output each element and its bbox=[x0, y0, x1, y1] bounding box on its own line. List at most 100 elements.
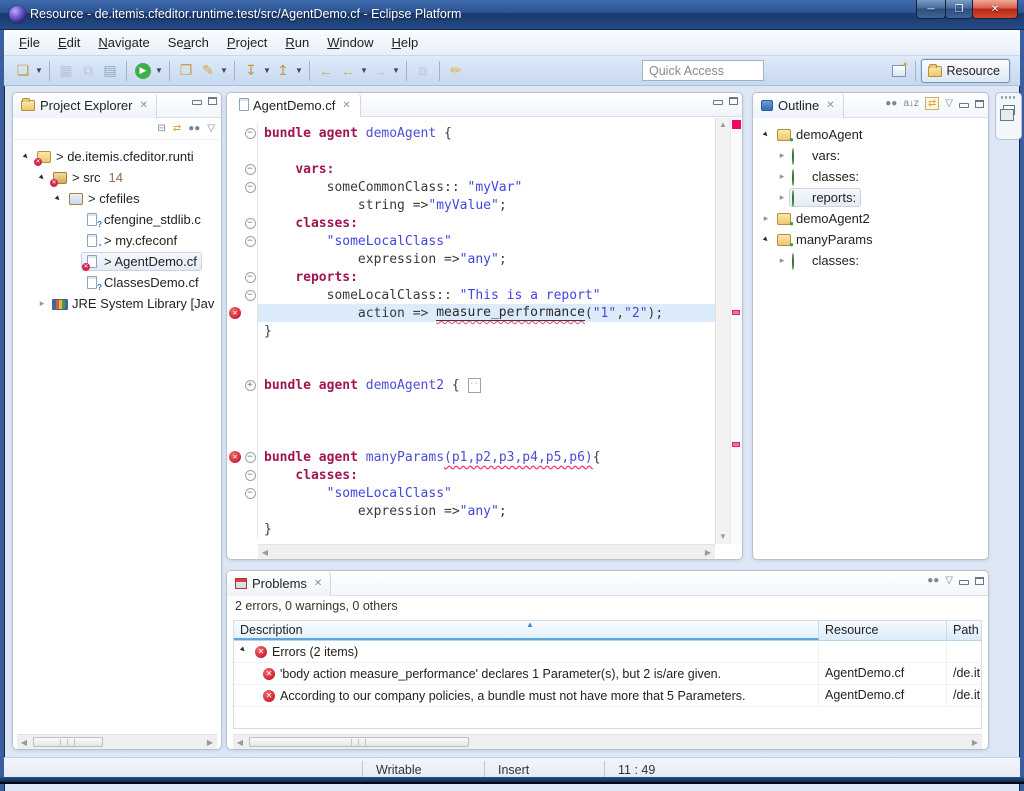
collapse-fold-icon[interactable]: − bbox=[245, 128, 256, 139]
collapse-fold-icon[interactable]: − bbox=[245, 218, 256, 229]
menu-search[interactable]: Search bbox=[159, 31, 218, 54]
explorer-item-cfengine-stdlib-c[interactable]: ?cfengine_stdlib.c bbox=[15, 209, 221, 230]
error-marker[interactable] bbox=[732, 442, 740, 447]
horizontal-scrollbar[interactable]: ◀ ▶ bbox=[258, 544, 715, 559]
expand-fold-icon[interactable]: + bbox=[245, 380, 256, 391]
outline-item-vars[interactable]: ▸vars: bbox=[755, 145, 988, 166]
code-line-17[interactable] bbox=[227, 412, 715, 430]
scroll-down-icon[interactable]: ▼ bbox=[716, 530, 730, 544]
expand-icon[interactable]: ▸ bbox=[775, 171, 789, 182]
last-edit-location-icon[interactable]: ← bbox=[315, 60, 337, 82]
open-perspective-button[interactable] bbox=[888, 60, 910, 82]
scrollbar-thumb[interactable]: ❘❘❘ bbox=[249, 737, 469, 747]
link-with-editor-icon[interactable]: ⇄ bbox=[925, 97, 939, 110]
drag-handle[interactable] bbox=[1001, 96, 1017, 99]
expand-icon[interactable]: ▸ bbox=[759, 213, 773, 224]
expand-icon[interactable]: ▸ bbox=[35, 298, 49, 309]
maximize-button[interactable]: ❐ bbox=[945, 0, 973, 19]
folded-region-icon[interactable]: .. bbox=[468, 378, 481, 393]
focus-icon[interactable]: ●● bbox=[927, 575, 939, 586]
collapse-all-icon[interactable]: ⊟ bbox=[157, 123, 165, 134]
menu-navigate[interactable]: Navigate bbox=[89, 31, 158, 54]
focus-icon[interactable]: ●● bbox=[188, 123, 200, 134]
minimize-view-icon[interactable] bbox=[959, 103, 969, 108]
code-line-15[interactable]: +bundle agent demoAgent2 { .. bbox=[227, 376, 715, 394]
outline-item-demoagent2[interactable]: ▸●demoAgent2 bbox=[755, 208, 988, 229]
minimize-view-icon[interactable] bbox=[192, 100, 202, 105]
menu-file[interactable]: File bbox=[10, 31, 49, 54]
column-header-description[interactable]: Description ▲ bbox=[234, 621, 819, 640]
code-line-22[interactable]: expression =>"any"; bbox=[227, 502, 715, 520]
horizontal-scrollbar[interactable]: ◀ ❘❘❘ ▶ bbox=[17, 734, 217, 749]
scroll-left-icon[interactable]: ◀ bbox=[258, 545, 272, 559]
scroll-up-icon[interactable]: ▲ bbox=[716, 118, 730, 132]
collapse-fold-icon[interactable]: − bbox=[245, 488, 256, 499]
vertical-scrollbar[interactable]: ▲ ▼ bbox=[715, 118, 730, 544]
forward-icon[interactable]: → bbox=[369, 60, 391, 82]
error-marker-icon[interactable]: ✕ bbox=[229, 307, 241, 319]
collapse-fold-icon[interactable]: − bbox=[245, 290, 256, 301]
next-annotation-icon[interactable]: ↧ bbox=[240, 60, 262, 82]
collapse-fold-icon[interactable]: − bbox=[245, 236, 256, 247]
view-menu-icon[interactable]: ▽ bbox=[207, 123, 215, 134]
horizontal-scrollbar[interactable]: ◀ ❘❘❘ ▶ bbox=[233, 734, 982, 749]
scroll-left-icon[interactable]: ◀ bbox=[17, 735, 31, 749]
expand-icon[interactable]: ▸ bbox=[775, 150, 789, 161]
code-line-13[interactable] bbox=[227, 340, 715, 358]
scroll-right-icon[interactable]: ▶ bbox=[968, 735, 982, 749]
code-line-4[interactable]: − someCommonClass:: "myVar" bbox=[227, 178, 715, 196]
open-folder-icon[interactable]: ❐ bbox=[175, 60, 197, 82]
focus-icon[interactable]: ●● bbox=[885, 98, 897, 109]
code-line-19[interactable]: ✕−bundle agent manyParams(p1,p2,p3,p4,p5… bbox=[227, 448, 715, 466]
close-icon[interactable]: ✕ bbox=[826, 100, 834, 111]
close-icon[interactable]: ✕ bbox=[314, 578, 322, 589]
problem-row-2[interactable]: ✕According to our company policies, a bu… bbox=[234, 685, 981, 707]
maximize-view-icon[interactable] bbox=[208, 97, 217, 105]
dropdown-arrow-icon[interactable]: ▼ bbox=[294, 66, 304, 75]
code-line-14[interactable] bbox=[227, 358, 715, 376]
explorer-item-jre-system-library-jav[interactable]: ▸JRE System Library [Jav bbox=[15, 293, 221, 314]
menu-run[interactable]: Run bbox=[276, 31, 318, 54]
dropdown-arrow-icon[interactable]: ▼ bbox=[34, 66, 44, 75]
search-brush-icon[interactable]: ✏ bbox=[445, 60, 467, 82]
highlighter-icon[interactable]: ✎ bbox=[197, 60, 219, 82]
scrollbar-thumb[interactable]: ❘❘❘ bbox=[33, 737, 103, 747]
error-marker[interactable] bbox=[732, 310, 740, 315]
collapse-fold-icon[interactable]: − bbox=[245, 164, 256, 175]
outline-item-demoagent[interactable]: ▸●demoAgent bbox=[755, 124, 988, 145]
title-bar[interactable]: Resource - de.itemis.cfeditor.runtime.te… bbox=[0, 0, 1024, 30]
code-line-6[interactable]: − classes: bbox=[227, 214, 715, 232]
minimized-views-bar[interactable] bbox=[995, 92, 1022, 140]
outline-item-reports[interactable]: ▸reports: bbox=[755, 187, 988, 208]
explorer-item-classesdemo-cf[interactable]: ?ClassesDemo.cf bbox=[15, 272, 221, 293]
editor-tab-agentdemo[interactable]: AgentDemo.cf ✕ bbox=[227, 93, 361, 117]
dropdown-arrow-icon[interactable]: ▼ bbox=[391, 66, 401, 75]
maximize-view-icon[interactable] bbox=[975, 100, 984, 108]
resource-perspective-button[interactable]: Resource bbox=[921, 59, 1011, 83]
view-menu-icon[interactable]: ▽ bbox=[945, 98, 953, 109]
explorer-item-cfefiles[interactable]: ▸> cfefiles bbox=[15, 188, 221, 209]
maximize-view-icon[interactable] bbox=[729, 97, 738, 105]
code-line-20[interactable]: − classes: bbox=[227, 466, 715, 484]
dropdown-arrow-icon[interactable]: ▼ bbox=[262, 66, 272, 75]
maximize-view-icon[interactable] bbox=[975, 577, 984, 585]
overview-status-icon[interactable] bbox=[732, 120, 741, 129]
minimize-view-icon[interactable] bbox=[713, 100, 723, 105]
code-line-11[interactable]: ✕ action => measure_performance("1","2")… bbox=[227, 304, 715, 322]
save-icon[interactable]: ▦ bbox=[55, 60, 77, 82]
code-line-7[interactable]: − "someLocalClass" bbox=[227, 232, 715, 250]
explorer-item-src[interactable]: ▸✕> src14 bbox=[15, 167, 221, 188]
back-icon[interactable]: ← bbox=[337, 60, 359, 82]
column-header-resource[interactable]: Resource bbox=[819, 621, 947, 640]
expand-icon[interactable]: ▸ bbox=[775, 192, 789, 203]
close-icon[interactable]: ✕ bbox=[139, 100, 147, 111]
collapse-fold-icon[interactable]: − bbox=[245, 452, 256, 463]
run-icon[interactable]: ▶ bbox=[132, 60, 154, 82]
print-icon[interactable]: ▤ bbox=[99, 60, 121, 82]
menu-project[interactable]: Project bbox=[218, 31, 276, 54]
code-line-18[interactable] bbox=[227, 430, 715, 448]
collapse-icon[interactable]: ▸ bbox=[238, 644, 253, 659]
quick-access-input[interactable] bbox=[642, 60, 764, 81]
link-with-editor-icon[interactable]: ⇄ bbox=[173, 123, 181, 134]
explorer-item-de-itemis-cfeditor-runti[interactable]: ▸✕> de.itemis.cfeditor.runti bbox=[15, 146, 221, 167]
